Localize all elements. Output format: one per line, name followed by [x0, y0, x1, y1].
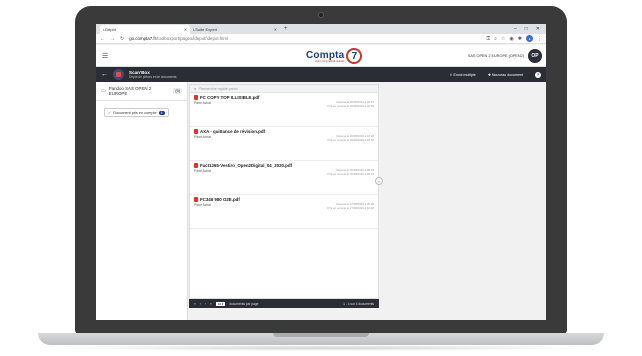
per-page-value: 10 — [217, 301, 222, 306]
url-host: go.compta7.fr — [129, 36, 157, 41]
document-row[interactable]: FC346 980 O2E.pdf Pièce Achat Déposé le … — [190, 195, 378, 229]
laptop-screen: i-Dépôt ✕ i-Suite Expert ✕ + – □ ✕ ← → ↻… — [96, 24, 546, 320]
star-icon[interactable]: ☆ — [501, 36, 505, 42]
logo-tagline: Votre comptabilité digitale — [314, 59, 345, 63]
multi-upload-button[interactable]: ⇪ Envoi multiple — [449, 73, 475, 77]
taken-date: Pris en compte le 27/08/2020 à 10:48 — [327, 205, 375, 210]
back-arrow-icon[interactable]: ← — [96, 71, 113, 78]
key-icon[interactable]: ⚿ — [486, 36, 490, 42]
plus-icon[interactable]: + — [280, 25, 292, 34]
toolbar-titles: Scan'Box Dépôt de pièces et de documents — [129, 70, 177, 79]
laptop-notch — [273, 333, 369, 337]
browser-tab-idepot[interactable]: i-Dépôt ✕ — [100, 25, 190, 34]
quick-search[interactable]: ⌕ Recherche rapide parmi — [190, 85, 378, 93]
tab-title: i-Dépôt — [103, 27, 116, 32]
hamburger-menu-icon[interactable]: ☰ — [102, 52, 108, 60]
document-name: FC346 980 O2E.pdf — [200, 197, 240, 202]
company-name[interactable]: SAS OPEN 2 EUROPE (OPEN2) — [468, 54, 524, 58]
toolbar-subtitle: Dépôt de pièces et de documents — [129, 75, 177, 79]
puzzle-icon[interactable]: ✱ — [518, 36, 522, 42]
document-name: Fact1265-Vestiro_Open2Digital_04_2020.pd… — [200, 163, 293, 168]
close-window-button[interactable]: ✕ — [536, 25, 540, 34]
document-row[interactable]: FC COPY TOP ILLISIBLE.pdf Pièce Achat Dé… — [190, 93, 378, 127]
document-list: ⌕ Recherche rapide parmi FC COPY TOP ILL… — [189, 84, 379, 299]
first-page-button[interactable]: « — [194, 302, 196, 306]
document-type: Pièce Achat — [194, 203, 211, 207]
pagination-bar: « ‹ › » 10 ▾ documents par page 1 - 4 su… — [189, 299, 379, 308]
profile-icon[interactable]: ● — [526, 35, 533, 42]
document-row[interactable]: Fact1265-Vestiro_Open2Digital_04_2020.pd… — [190, 161, 378, 195]
app-header: ☰ Compta Votre comptabilité digitale 7 S… — [96, 45, 546, 67]
check-icon: ✓ — [108, 110, 112, 115]
taken-date: Pris en compte le 30/08/2020 à 00:59 — [327, 103, 375, 108]
pdf-file-icon — [194, 197, 198, 202]
maximize-button[interactable]: □ — [525, 25, 528, 34]
compta7-logo[interactable]: Compta Votre comptabilité digitale 7 — [306, 48, 363, 64]
multi-upload-label: Envoi multiple — [453, 72, 476, 77]
chevron-down-icon: ▾ — [221, 301, 224, 306]
status-filter-label: Document pris en compte — [113, 110, 157, 115]
logo-number: 7 — [346, 48, 363, 64]
document-name: FC COPY TOP ILLISIBLE.pdf — [200, 95, 260, 100]
new-document-label: Nouveau document — [491, 72, 523, 77]
search-icon: ⌕ — [194, 86, 197, 91]
scanbox-icon — [113, 69, 124, 80]
taken-date: Pris en compte le 30/08/2020 à 18:50 — [327, 137, 375, 142]
folder-icon: ▭ — [101, 88, 106, 94]
extension-icon[interactable]: ◉ — [509, 36, 513, 42]
taken-date: Pris en compte le 30/08/2020 à 09:07 — [327, 171, 375, 176]
document-row[interactable]: AXA - quittance de révision.pdf Pièce Ac… — [190, 127, 378, 161]
forward-arrow-icon[interactable]: → — [110, 36, 115, 42]
window-controls: – □ ✕ — [514, 25, 546, 34]
search-input[interactable]: Recherche rapide parmi — [199, 87, 237, 91]
reload-icon[interactable]: ↻ — [120, 36, 124, 42]
document-type: Pièce Achat — [194, 169, 211, 173]
per-page-select[interactable]: 10 ▾ — [215, 301, 226, 306]
prev-page-button[interactable]: ‹ — [200, 302, 201, 306]
laptop-mockup: i-Dépôt ✕ i-Suite Expert ✕ + – □ ✕ ← → ↻… — [0, 0, 642, 356]
pdf-file-icon — [194, 95, 198, 100]
laptop-shadow — [40, 345, 602, 351]
url-field[interactable]: go.compta7.fr/toolboxport/pages/idepot/i… — [129, 36, 481, 41]
last-page-button[interactable]: » — [210, 302, 212, 306]
menu-dots-icon[interactable]: ⋮ — [537, 36, 542, 42]
pdf-file-icon — [194, 129, 198, 134]
folder-item[interactable]: ▭ Pandoo SAS OPEN 2 EUROPE (5) — [96, 82, 187, 101]
url-path: /toolboxport/pages/idepot/idepot.html — [156, 36, 229, 41]
new-document-button[interactable]: ✚ Nouveau document — [488, 73, 523, 77]
document-name: AXA - quittance de révision.pdf — [200, 129, 265, 134]
help-icon[interactable]: ? — [535, 71, 541, 78]
back-arrow-icon[interactable]: ← — [100, 36, 105, 42]
status-filter-chip[interactable]: ✓ Document pris en compte 4 — [104, 108, 169, 117]
address-bar: ← → ↻ go.compta7.fr/toolboxport/pages/id… — [96, 34, 546, 44]
user-avatar[interactable]: OP — [528, 49, 542, 63]
browser-tab-bar: i-Dépôt ✕ i-Suite Expert ✕ + – □ ✕ — [96, 24, 546, 34]
document-type: Pièce Achat — [194, 135, 211, 139]
next-page-button[interactable]: › — [205, 302, 206, 306]
expand-panel-icon[interactable]: ‹› — [375, 177, 383, 185]
folder-count: (5) — [173, 88, 182, 94]
minimize-button[interactable]: – — [514, 25, 517, 34]
close-icon[interactable]: ✕ — [184, 27, 187, 32]
per-page-label: documents par page — [229, 301, 259, 306]
search-icon[interactable]: ⌕ — [494, 36, 497, 42]
camera-icon — [318, 12, 324, 18]
toolbar-actions: ⇪ Envoi multiple ✚ Nouveau document ? — [449, 71, 546, 78]
browser-tab-isuite[interactable]: i-Suite Expert ✕ — [190, 25, 280, 34]
pdf-file-icon — [194, 163, 198, 168]
folder-panel: ▭ Pandoo SAS OPEN 2 EUROPE (5) ✓ Documen… — [96, 82, 188, 320]
tab-title: i-Suite Expert — [193, 27, 218, 32]
scanbox-toolbar: ← Scan'Box Dépôt de pièces et de documen… — [96, 67, 546, 82]
close-icon[interactable]: ✕ — [274, 27, 277, 32]
document-type: Pièce Achat — [194, 101, 211, 105]
folder-label: Pandoo SAS OPEN 2 EUROPE — [108, 86, 152, 96]
result-count: 1 - 4 sur 4 documents — [343, 301, 374, 306]
status-filter-count: 4 — [158, 110, 165, 115]
browser-extensions: ⚿ ⌕ ☆ ◉ ✱ ● ⋮ — [486, 35, 542, 42]
